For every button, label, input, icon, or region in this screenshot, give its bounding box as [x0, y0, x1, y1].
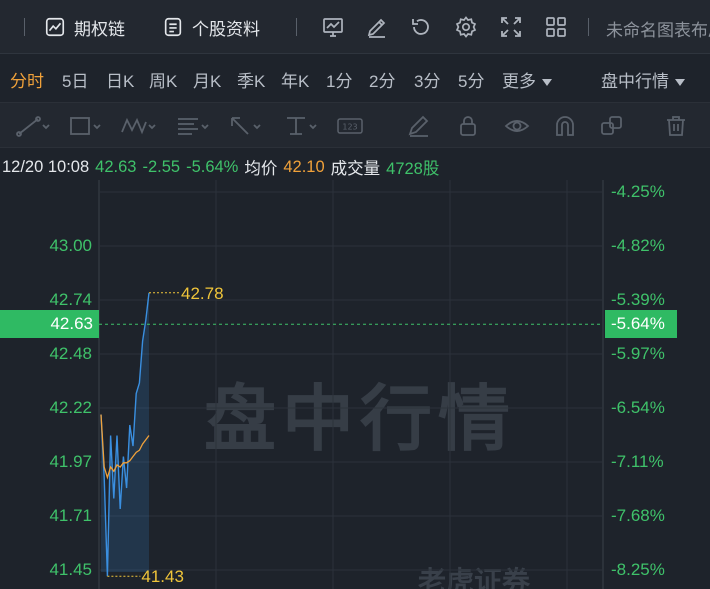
- arrow-tool-icon[interactable]: [228, 114, 262, 138]
- quote-datetime: 12/20 10:08: [2, 157, 90, 176]
- magnet-icon[interactable]: [552, 114, 578, 138]
- rectangle-tool-icon[interactable]: [68, 114, 102, 138]
- stock-info-button[interactable]: 个股资料: [162, 12, 260, 42]
- session-dropdown[interactable]: 盘中行情: [601, 67, 685, 92]
- divider: [24, 18, 25, 36]
- period-monthly[interactable]: 月K: [193, 67, 221, 92]
- more-label: 更多: [502, 72, 536, 91]
- option-chain-button[interactable]: 期权链: [44, 12, 125, 42]
- y-left-tick-label: 42.74: [49, 290, 92, 309]
- intraday-chart[interactable]: 42.78 41.43: [0, 180, 710, 589]
- option-chain-icon: [45, 17, 65, 37]
- pen-tool-icon[interactable]: [406, 114, 432, 138]
- quote-change: -2.55: [142, 157, 181, 176]
- avg-price-value: 42.10: [283, 157, 325, 176]
- y-left-tick-label: 42.48: [49, 344, 92, 363]
- period-intraday[interactable]: 分时: [10, 67, 44, 92]
- chart-icon[interactable]: [320, 14, 346, 40]
- document-icon: [164, 17, 182, 37]
- period-yearly[interactable]: 年K: [281, 67, 309, 92]
- y-left-tick-label: 43.00: [49, 236, 92, 255]
- y-right-tick-label: -7.11%: [611, 452, 664, 471]
- option-chain-label: 期权链: [74, 19, 125, 39]
- edit-icon[interactable]: [364, 14, 390, 40]
- y-left-tick-label: 41.45: [49, 560, 92, 579]
- eye-icon[interactable]: [504, 114, 530, 138]
- settings-icon[interactable]: [453, 14, 479, 40]
- y-right-tick-label: -5.39%: [611, 290, 665, 309]
- quote-info-line: 12/20 10:08 42.63 -2.55 -5.64% 均价 42.10 …: [0, 152, 439, 182]
- y-right-tick-label: -4.82%: [611, 236, 665, 255]
- high-price-label: 42.78: [181, 284, 224, 303]
- y-right-tick-label: -6.54%: [611, 398, 665, 417]
- y-left-tick-label: 41.71: [49, 506, 92, 525]
- refresh-icon[interactable]: [408, 14, 434, 40]
- volume-label: 成交量: [330, 160, 381, 178]
- grid-icon[interactable]: [543, 14, 569, 40]
- divider: [588, 18, 589, 36]
- period-bar: 分时 5日 日K 周K 月K 季K 年K 1分 2分 3分 5分 更多 盘中行情: [0, 55, 710, 101]
- top-toolbar: 期权链 个股资料 未命名图表布局: [0, 0, 710, 54]
- chevron-down-icon: [675, 79, 685, 87]
- period-daily[interactable]: 日K: [106, 67, 134, 92]
- y-right-tick-label: -4.25%: [611, 182, 665, 201]
- period-1min[interactable]: 1分: [326, 67, 352, 92]
- session-label: 盘中行情: [601, 72, 669, 91]
- quote-price: 42.63: [95, 157, 137, 176]
- chevron-down-icon: [542, 79, 552, 87]
- current-price-tag: 42.63: [0, 310, 99, 338]
- copy-icon[interactable]: [599, 114, 625, 138]
- fib-tool-icon[interactable]: [176, 114, 210, 138]
- avg-price-label: 均价: [244, 160, 278, 178]
- stock-info-label: 个股资料: [192, 19, 260, 39]
- lock-icon[interactable]: [456, 114, 480, 138]
- drawing-toolbar: 123: [0, 102, 710, 148]
- y-right-tick-label: -5.97%: [611, 344, 665, 363]
- period-weekly[interactable]: 周K: [149, 67, 177, 92]
- label-tool-icon[interactable]: 123: [336, 114, 364, 138]
- period-5min[interactable]: 5分: [458, 67, 484, 92]
- fullscreen-icon[interactable]: [498, 14, 524, 40]
- period-2min[interactable]: 2分: [369, 67, 395, 92]
- layout-name[interactable]: 未命名图表布局: [606, 16, 710, 41]
- y-right-tick-label: -8.25%: [611, 560, 665, 579]
- period-5day[interactable]: 5日: [62, 67, 88, 92]
- low-price-label: 41.43: [141, 567, 184, 586]
- period-3min[interactable]: 3分: [414, 67, 440, 92]
- y-left-tick-label: 42.22: [49, 398, 92, 417]
- period-more-dropdown[interactable]: 更多: [502, 67, 552, 92]
- volume-value: 4728股: [386, 160, 440, 178]
- svg-text:123: 123: [342, 123, 357, 132]
- y-right-tick-label: -7.68%: [611, 506, 665, 525]
- divider: [296, 18, 297, 36]
- pattern-tool-icon[interactable]: [120, 114, 156, 138]
- trendline-tool-icon[interactable]: [16, 114, 50, 138]
- trash-icon[interactable]: [664, 114, 688, 138]
- price-range-tool-icon[interactable]: [284, 114, 318, 138]
- current-pct-tag: -5.64%: [605, 310, 677, 338]
- y-left-tick-label: 41.97: [49, 452, 92, 471]
- quote-change-pct: -5.64%: [186, 157, 239, 176]
- period-quarterly[interactable]: 季K: [237, 67, 265, 92]
